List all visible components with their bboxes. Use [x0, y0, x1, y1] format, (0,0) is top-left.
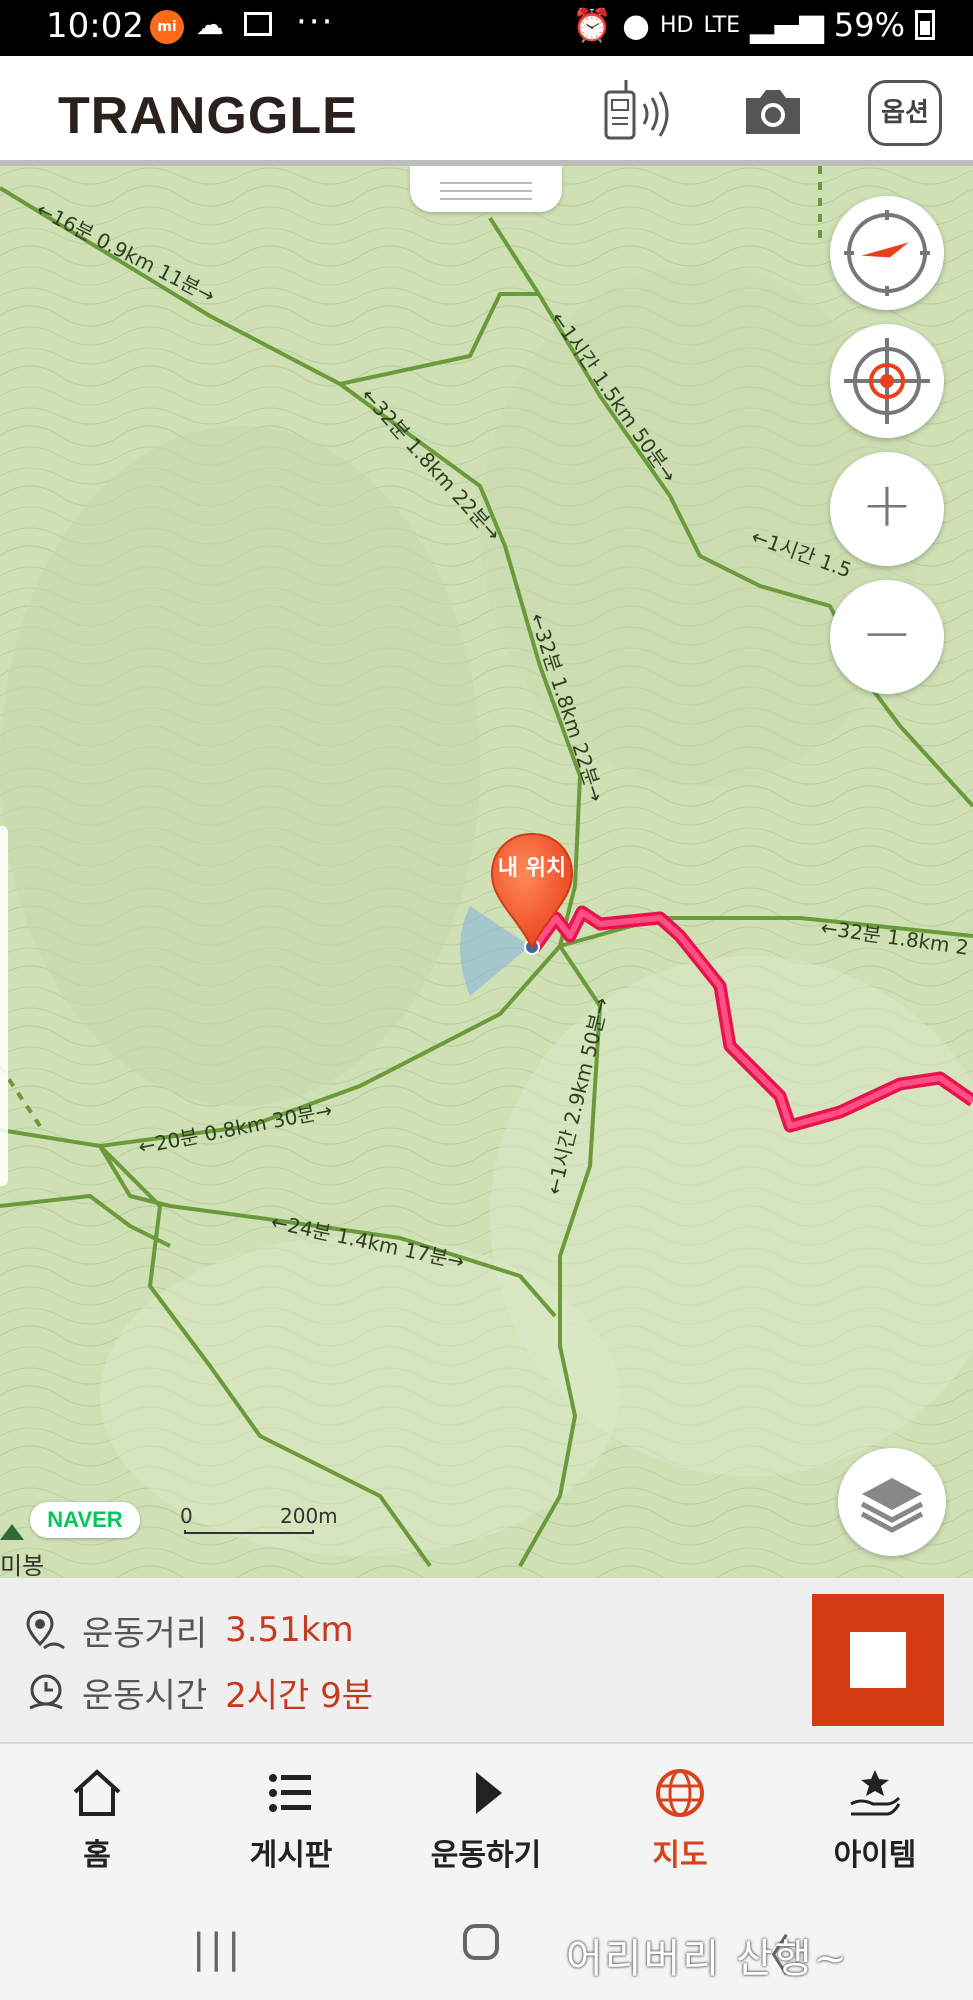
nav-map[interactable]: 지도 [583, 1744, 777, 1886]
recent-apps-button[interactable]: ||| [192, 1926, 244, 1972]
zoom-in-button[interactable]: + [830, 452, 944, 566]
signal-icon: ▂▄▆ [750, 6, 824, 44]
mountain-icon [0, 1524, 24, 1540]
locate-me-button[interactable] [830, 324, 944, 438]
more-notifications-icon: ··· [296, 2, 335, 42]
bottom-navigation: 홈 게시판 운동하기 지도 아이템 [0, 1744, 973, 1886]
side-drawer-tab[interactable] [0, 826, 8, 1186]
nav-map-label: 지도 [652, 1838, 708, 1873]
app-header: TRANGGLE 옵션 [0, 56, 973, 166]
star-hand-icon [850, 1770, 901, 1816]
map-view[interactable]: ←16분 0.9km 11분→ ←32분 1.8km 22분→ ←1시간 1.5… [0, 166, 973, 1578]
workout-stats: 운동거리 3.51km 운동시간 2시간 9분 [0, 1578, 973, 1744]
cloud-icon: ☁ [196, 8, 224, 41]
location-icon: ● [622, 6, 650, 44]
camera-icon[interactable] [742, 86, 804, 136]
nav-items-label: 아이템 [833, 1838, 917, 1873]
app-logo: TRANGGLE [58, 87, 358, 145]
crosshair-icon [844, 338, 930, 424]
distance-label: 운동거리 [82, 1613, 208, 1654]
nav-workout[interactable]: 운동하기 [389, 1744, 583, 1886]
walkie-talkie-icon[interactable] [600, 78, 680, 142]
alarm-icon: ⏰ [572, 6, 613, 44]
status-bar: 10:02 mi ☁ ··· ⏰ ● HD LTE ▂▄▆ 59% [0, 0, 973, 56]
distance-value: 3.51km [225, 1610, 354, 1650]
scale-start: 0 [180, 1504, 193, 1528]
pin-label: 내 위치 [497, 856, 567, 881]
timer-icon [29, 1674, 63, 1710]
nav-home-label: 홈 [83, 1838, 111, 1873]
layers-icon [860, 1478, 924, 1533]
list-icon [269, 1774, 311, 1812]
status-time: 10:02 [46, 6, 144, 46]
naver-logo: NAVER [30, 1502, 140, 1538]
globe-icon [656, 1769, 704, 1817]
home-icon [73, 1769, 121, 1816]
system-navigation: ||| 〈 어리버리 산행~ [0, 1886, 973, 2000]
time-value: 2시간 9분 [225, 1675, 374, 1716]
nav-home[interactable]: 홈 [0, 1744, 194, 1886]
minus-icon: − [861, 596, 913, 669]
options-button[interactable]: 옵션 [868, 80, 942, 146]
system-home-button[interactable] [463, 1924, 499, 1960]
time-row: 운동시간 2시간 9분 [24, 1662, 373, 1722]
my-location-pin[interactable]: 내 위치 [490, 832, 574, 951]
time-label: 운동시간 [82, 1675, 208, 1716]
hd-badge: HD [659, 12, 694, 38]
nav-items[interactable]: 아이템 [778, 1744, 972, 1886]
zoom-out-button[interactable]: − [830, 580, 944, 694]
nav-board-label: 게시판 [249, 1838, 333, 1873]
lte-badge: LTE [703, 12, 741, 38]
distance-icon [26, 1610, 65, 1650]
image-icon [244, 12, 272, 36]
nav-board[interactable]: 게시판 [194, 1744, 388, 1886]
battery-icon [915, 10, 935, 40]
map-drawer-handle[interactable] [410, 166, 562, 212]
mi-app-icon: mi [150, 10, 184, 44]
distance-row: 운동거리 3.51km [24, 1600, 354, 1660]
scale-end: 200m [280, 1504, 338, 1528]
battery-percent: 59% [833, 6, 905, 44]
play-icon [476, 1772, 502, 1814]
map-scale: 0 200m [180, 1504, 338, 1534]
stop-workout-button[interactable] [812, 1594, 944, 1726]
compass-button[interactable] [830, 196, 944, 310]
nav-workout-label: 운동하기 [430, 1838, 542, 1873]
plus-icon: + [861, 468, 913, 541]
watermark-text: 어리버리 산행~ [566, 1936, 850, 1982]
peak-label: 미봉 [0, 1552, 45, 1578]
status-right: ⏰ ● HD LTE ▂▄▆ 59% [572, 6, 935, 44]
map-layers-button[interactable] [838, 1448, 946, 1556]
compass-icon [844, 210, 930, 296]
topographic-map: ←16분 0.9km 11분→ ←32분 1.8km 22분→ ←1시간 1.5… [0, 166, 973, 1578]
stop-icon [850, 1632, 906, 1688]
